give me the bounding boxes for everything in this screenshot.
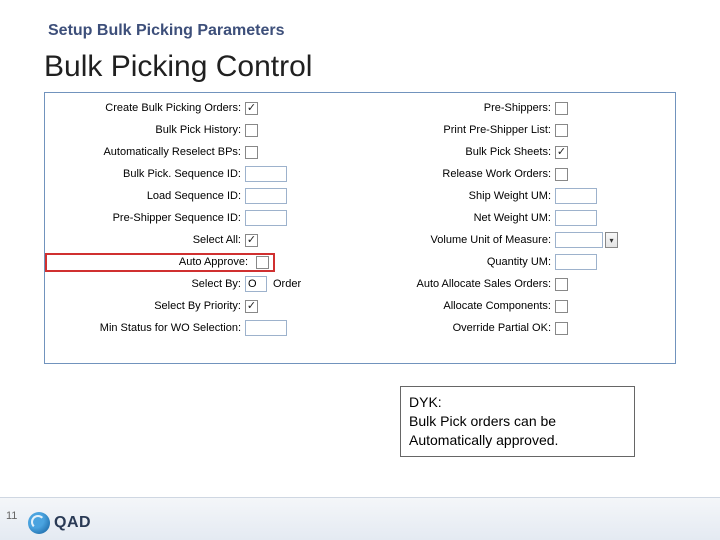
field-label: Select By:	[46, 278, 245, 290]
form-row-left: Min Status for WO Selection:	[45, 317, 385, 339]
field-label: Create Bulk Picking Orders:	[46, 102, 245, 114]
field-label: Load Sequence ID:	[46, 190, 245, 202]
left-checkbox-0[interactable]	[245, 102, 258, 115]
left-input-5[interactable]	[245, 210, 287, 226]
left-input-3[interactable]	[245, 166, 287, 182]
right-checkbox-1[interactable]	[555, 124, 568, 137]
field-label: Auto Allocate Sales Orders:	[386, 278, 555, 290]
right-checkbox-10[interactable]	[555, 322, 568, 335]
form-row-left: Select By:O Order	[45, 273, 385, 295]
field-label: Min Status for WO Selection:	[46, 322, 245, 334]
form-row-right: Override Partial OK:	[385, 317, 675, 339]
dyk-callout: DYK: Bulk Pick orders can be Automatical…	[400, 386, 635, 457]
form-grid: Create Bulk Picking Orders: Pre-Shippers:…	[45, 93, 675, 339]
right-checkbox-2[interactable]	[555, 146, 568, 159]
field-label: Select By Priority:	[46, 300, 245, 312]
left-input-10[interactable]	[245, 320, 287, 336]
form-row-left: Select All:	[45, 229, 385, 251]
right-checkbox-3[interactable]	[555, 168, 568, 181]
form-row-right: Bulk Pick Sheets:	[385, 141, 675, 163]
form-row-right: Auto Allocate Sales Orders:	[385, 273, 675, 295]
dyk-line2: Automatically approved.	[409, 431, 626, 450]
field-label: Bulk Pick Sheets:	[386, 146, 555, 158]
form-row-right: Pre-Shippers:	[385, 97, 675, 119]
field-label: Automatically Reselect BPs:	[46, 146, 245, 158]
field-label: Allocate Components:	[386, 300, 555, 312]
field-label: Volume Unit of Measure:	[386, 234, 555, 246]
field-label: Net Weight UM:	[386, 212, 555, 224]
form-row-right: Quantity UM:	[385, 251, 675, 273]
form-row-left: Create Bulk Picking Orders:	[45, 97, 385, 119]
left-input-4[interactable]	[245, 188, 287, 204]
form-row-left: Auto Approve:	[45, 251, 385, 273]
field-label: Ship Weight UM:	[386, 190, 555, 202]
right-input-5[interactable]	[555, 210, 597, 226]
field-label: Bulk Pick. Sequence ID:	[46, 168, 245, 180]
form-row-left: Select By Priority:	[45, 295, 385, 317]
dyk-heading: DYK:	[409, 393, 626, 412]
form-row-right: Volume Unit of Measure:	[385, 229, 675, 251]
field-label: Print Pre-Shipper List:	[386, 124, 555, 136]
form-row-right: Net Weight UM:	[385, 207, 675, 229]
left-extra-label-8: Order	[273, 278, 301, 290]
field-label: Release Work Orders:	[386, 168, 555, 180]
form-row-right: Ship Weight UM:	[385, 185, 675, 207]
dropdown-button-6[interactable]	[605, 232, 618, 248]
field-label: Override Partial OK:	[386, 322, 555, 334]
field-label: Quantity UM:	[386, 256, 555, 268]
form-row-left: Load Sequence ID:	[45, 185, 385, 207]
slide: Setup Bulk Picking Parameters Bulk Picki…	[0, 0, 720, 540]
footer-bar	[0, 497, 720, 540]
right-input-7[interactable]	[555, 254, 597, 270]
auto-approve-checkbox[interactable]	[256, 256, 269, 269]
form-row-right: Release Work Orders:	[385, 163, 675, 185]
left-checkbox-1[interactable]	[245, 124, 258, 137]
logo-text: QAD	[54, 514, 91, 532]
right-checkbox-9[interactable]	[555, 300, 568, 313]
page-number: 11	[6, 510, 17, 522]
field-label: Bulk Pick History:	[46, 124, 245, 136]
left-checkbox-9[interactable]	[245, 300, 258, 313]
dyk-line1: Bulk Pick orders can be	[409, 412, 626, 431]
qad-logo: QAD	[28, 512, 91, 534]
bulk-picking-control-form: Create Bulk Picking Orders: Pre-Shippers:…	[44, 92, 676, 364]
right-input-4[interactable]	[555, 188, 597, 204]
form-row-left: Automatically Reselect BPs:	[45, 141, 385, 163]
page-title: Bulk Picking Control	[44, 50, 312, 84]
logo-swirl-icon	[28, 512, 50, 534]
form-row-left: Bulk Pick. Sequence ID:	[45, 163, 385, 185]
left-checkbox-2[interactable]	[245, 146, 258, 159]
right-checkbox-0[interactable]	[555, 102, 568, 115]
field-label: Auto Approve:	[53, 256, 252, 268]
subtitle: Setup Bulk Picking Parameters	[48, 22, 285, 40]
right-input-6[interactable]	[555, 232, 603, 248]
left-checkbox-6[interactable]	[245, 234, 258, 247]
left-input-8[interactable]: O	[245, 276, 267, 292]
field-label: Select All:	[46, 234, 245, 246]
right-checkbox-8[interactable]	[555, 278, 568, 291]
form-row-right: Print Pre-Shipper List:	[385, 119, 675, 141]
form-row-right: Allocate Components:	[385, 295, 675, 317]
form-row-left: Pre-Shipper Sequence ID:	[45, 207, 385, 229]
field-label: Pre-Shipper Sequence ID:	[46, 212, 245, 224]
form-row-left: Bulk Pick History:	[45, 119, 385, 141]
field-label: Pre-Shippers:	[386, 102, 555, 114]
